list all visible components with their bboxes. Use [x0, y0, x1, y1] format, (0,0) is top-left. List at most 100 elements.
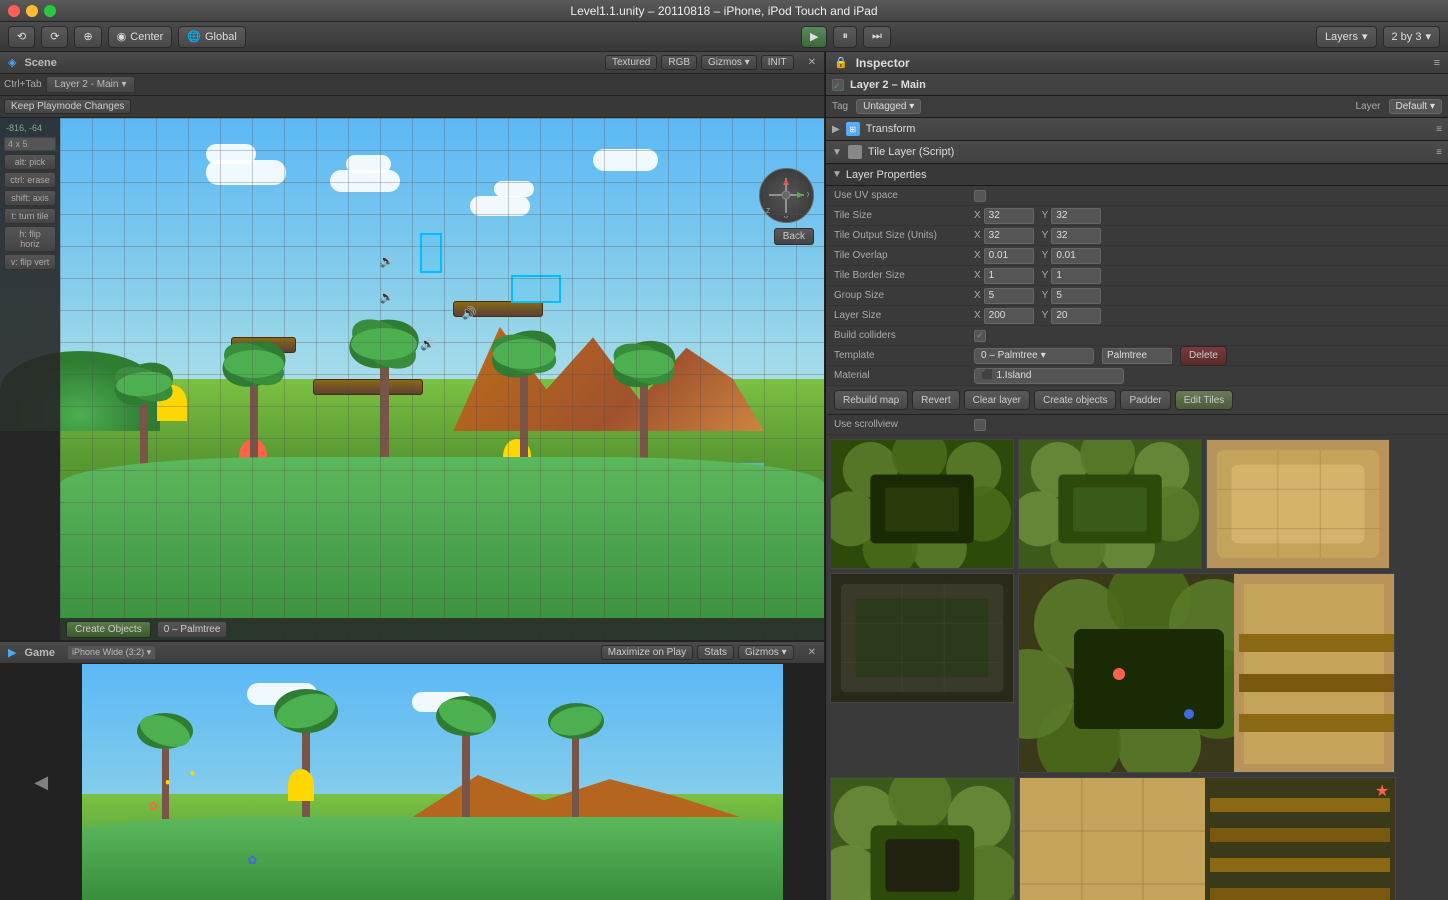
tool-rotate-btn[interactable]: ⟲ [8, 26, 35, 48]
tile-overlap-x-input[interactable]: 0.01 [984, 248, 1034, 264]
tilelayer-menu-btn[interactable]: ≡ [1436, 147, 1442, 158]
revert-btn[interactable]: Revert [912, 390, 959, 410]
init-btn[interactable]: INIT [761, 55, 794, 70]
pause-button[interactable]: ⏸ [833, 26, 857, 48]
layer-properties-header[interactable]: ▼ Layer Properties [826, 164, 1448, 186]
layer-size-value: X 200 Y 20 [974, 308, 1440, 324]
create-objects-inspector-btn[interactable]: Create objects [1034, 390, 1116, 410]
game-canvas[interactable]: ◀ ● ● ✿ ✿ [0, 664, 824, 900]
game-gizmos-btn[interactable]: Gizmos ▾ [738, 645, 794, 660]
create-objects-btn[interactable]: Create Objects [66, 621, 151, 638]
game-title: Game [24, 647, 55, 659]
stats-btn[interactable]: Stats [697, 645, 734, 660]
maximize-play-btn[interactable]: Maximize on Play [601, 645, 693, 660]
tag-value[interactable]: Untagged ▾ [856, 99, 921, 114]
inspector-header: 🔒 Inspector ≡ [826, 52, 1448, 74]
alt-pick-tool[interactable]: alt: pick [4, 154, 56, 170]
layer-size-x-input[interactable]: 200 [984, 308, 1034, 324]
tile-3[interactable] [1206, 439, 1390, 569]
tile-border-y-input[interactable]: 1 [1051, 268, 1101, 284]
build-colliders-checkbox[interactable] [974, 330, 986, 342]
back-button[interactable]: Back [774, 228, 814, 245]
group-size-y-input[interactable]: 5 [1051, 288, 1101, 304]
global-toggle[interactable]: 🌐 Global [178, 26, 246, 48]
material-icon: ⬛ [981, 370, 993, 381]
playmode-bar: Keep Playmode Changes [0, 96, 824, 118]
step-button[interactable]: ⏭ [863, 26, 891, 48]
maximize-button[interactable] [44, 5, 56, 17]
rebuild-map-btn[interactable]: Rebuild map [834, 390, 908, 410]
close-scene-btn[interactable]: ✕ [808, 57, 816, 68]
layer-value[interactable]: Default ▾ [1389, 99, 1443, 114]
tile-output-x-input[interactable]: 32 [984, 228, 1034, 244]
rgb-btn[interactable]: RGB [661, 55, 697, 70]
use-scrollview-checkbox[interactable] [974, 419, 986, 431]
gizmo-widget[interactable]: Y X Z [759, 168, 814, 223]
tile-6[interactable]: ✿ [830, 777, 1015, 900]
tile-overlap-y-input[interactable]: 0.01 [1051, 248, 1101, 264]
template-delete-btn[interactable]: Delete [1180, 346, 1227, 366]
scene-canvas[interactable]: -816, -64 4 x 5 alt: pick ctrl: erase sh… [0, 118, 824, 640]
tool-refresh-btn[interactable]: ⟳ [41, 26, 68, 48]
keep-playmode-btn[interactable]: Keep Playmode Changes [4, 99, 131, 114]
layer-tab[interactable]: Layer 2 - Main ▾ [46, 76, 136, 93]
layer-size-y-input[interactable]: 20 [1051, 308, 1101, 324]
turn-tile-tool[interactable]: t: turn tile [4, 208, 56, 224]
tile-2[interactable] [1018, 439, 1202, 569]
tile-palette: ✿ [826, 435, 1448, 900]
template-dropdown[interactable]: 0 – Palmtree ▾ [974, 348, 1094, 364]
close-game-btn[interactable]: ✕ [808, 647, 816, 658]
material-dropdown[interactable]: ⬛ 1.Island [974, 368, 1124, 384]
tile-size-y-input[interactable]: 32 [1051, 208, 1101, 224]
group-size-x-input[interactable]: 5 [984, 288, 1034, 304]
tile-border-y-field: Y 1 [1042, 268, 1102, 284]
flip-vert-tool[interactable]: v: flip vert [4, 254, 56, 270]
inspector-menu-btn[interactable]: ≡ [1434, 57, 1440, 69]
step-icon: ⏭ [872, 30, 882, 43]
use-uv-checkbox[interactable] [974, 190, 986, 202]
tile-size-x-input[interactable]: 32 [984, 208, 1034, 224]
palmtree-dropdown[interactable]: 0 – Palmtree [157, 621, 228, 638]
play-button[interactable]: ▶ [801, 26, 827, 48]
game-left-arrow: ◀ [34, 772, 48, 793]
tilelayer-header[interactable]: ▼ Tile Layer (Script) ≡ [826, 141, 1448, 163]
tools-panel: -816, -64 4 x 5 alt: pick ctrl: erase sh… [0, 118, 60, 640]
object-active-checkbox[interactable] [832, 79, 844, 91]
gizmos-dropdown[interactable]: Gizmos ▾ [701, 55, 757, 70]
edit-tiles-btn[interactable]: Edit Tiles [1175, 390, 1234, 410]
group-size-y-field: Y 5 [1042, 288, 1102, 304]
tile-4[interactable] [830, 573, 1014, 703]
tile-1[interactable] [830, 439, 1014, 569]
tile-7[interactable]: ✿ ✿ ★ [1019, 777, 1396, 900]
tile-border-x-input[interactable]: 1 [984, 268, 1034, 284]
clear-layer-btn[interactable]: Clear layer [964, 390, 1030, 410]
tile-output-y-input[interactable]: 32 [1051, 228, 1101, 244]
tool-add-btn[interactable]: ⊕ [74, 26, 101, 48]
transform-header[interactable]: ▶ ⊞ Transform ≡ [826, 118, 1448, 140]
global-label: Global [205, 31, 237, 43]
layout-dropdown[interactable]: 2 by 3 ▾ [1383, 26, 1441, 48]
ctrl-erase-tool[interactable]: ctrl: erase [4, 172, 56, 188]
group-size-value: X 5 Y 5 [974, 288, 1440, 304]
center-toggle[interactable]: ◉ Center [108, 26, 173, 48]
window-title: Level1.1.unity – 20110818 – iPhone, iPod… [570, 4, 877, 18]
flip-horiz-tool[interactable]: h: flip horiz [4, 226, 56, 252]
padder-btn[interactable]: Padder [1120, 390, 1170, 410]
close-button[interactable] [8, 5, 20, 17]
layers-dropdown[interactable]: Layers ▾ [1316, 26, 1377, 48]
layers-label: Layers [1325, 31, 1358, 43]
use-uv-label: Use UV space [834, 190, 974, 201]
shift-axis-tool[interactable]: shift: axis [4, 190, 56, 206]
minimize-button[interactable] [26, 5, 38, 17]
transform-menu-btn[interactable]: ≡ [1436, 124, 1442, 135]
gizmo-circle: Y X Z [759, 168, 814, 223]
textured-btn[interactable]: Textured [605, 55, 657, 70]
object-header: Layer 2 – Main [826, 74, 1448, 96]
left-panel: ◈ Scene Textured RGB Gizmos ▾ INIT ✕ Ctr… [0, 52, 825, 900]
layer-arrow: ▾ [1430, 101, 1435, 112]
template-value-input[interactable]: Palmtree [1102, 348, 1172, 364]
game-side-right [783, 664, 824, 900]
svg-text:Z: Z [766, 208, 771, 215]
resolution-dropdown[interactable]: iPhone Wide (3:2) ▾ [67, 645, 156, 660]
tile-5[interactable] [1018, 573, 1395, 773]
